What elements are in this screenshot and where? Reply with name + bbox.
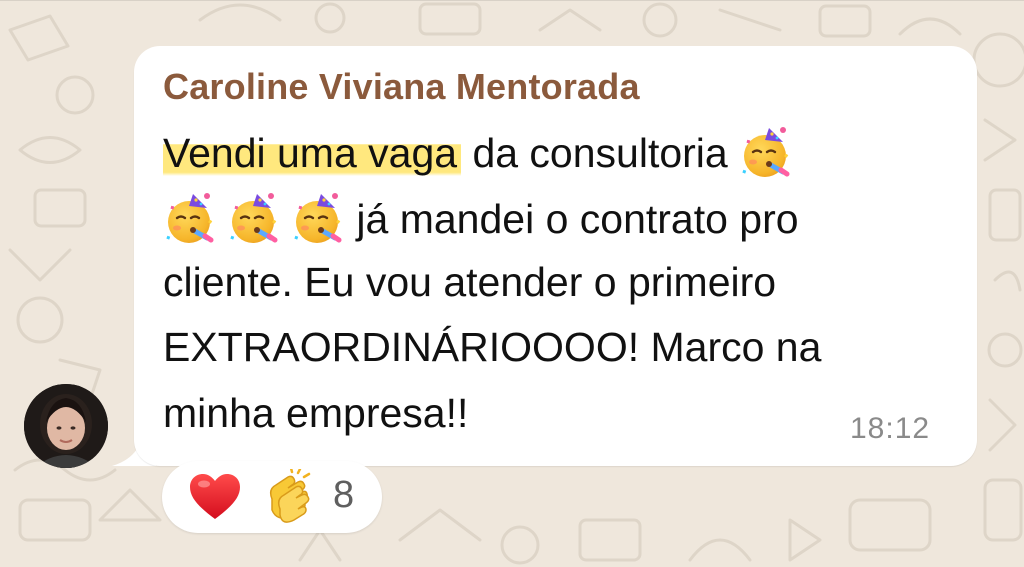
reaction-count: 8 xyxy=(333,474,355,516)
sender-name[interactable]: Caroline Viviana Mentorada xyxy=(163,66,640,108)
clapping-hands-icon[interactable] xyxy=(258,469,314,525)
message-line-2: já mandei o contrato pro xyxy=(163,192,799,246)
partying-face-emoji-icon xyxy=(291,192,345,246)
partying-face-emoji-icon xyxy=(739,126,793,180)
message-text-2: já mandei o contrato pro xyxy=(356,196,799,242)
message-line-3: cliente. Eu vou atender o primeiro xyxy=(163,259,777,305)
heart-icon[interactable] xyxy=(189,473,241,521)
message-line-4: EXTRAORDINÁRIOOOO! Marco na xyxy=(163,324,822,370)
partying-face-emoji-icon xyxy=(227,192,281,246)
message-line-1: Vendi uma vaga da consultoria xyxy=(163,126,793,180)
partying-face-emoji-icon xyxy=(163,192,217,246)
message-timestamp: 18:12 xyxy=(850,412,931,445)
message-text-1: da consultoria xyxy=(461,130,728,176)
message-line-5: minha empresa!! xyxy=(163,390,469,436)
avatar[interactable] xyxy=(24,384,108,468)
highlighted-text: Vendi uma vaga xyxy=(163,130,462,176)
top-divider xyxy=(0,0,1024,1)
reactions-pill[interactable]: 8 xyxy=(162,461,382,533)
